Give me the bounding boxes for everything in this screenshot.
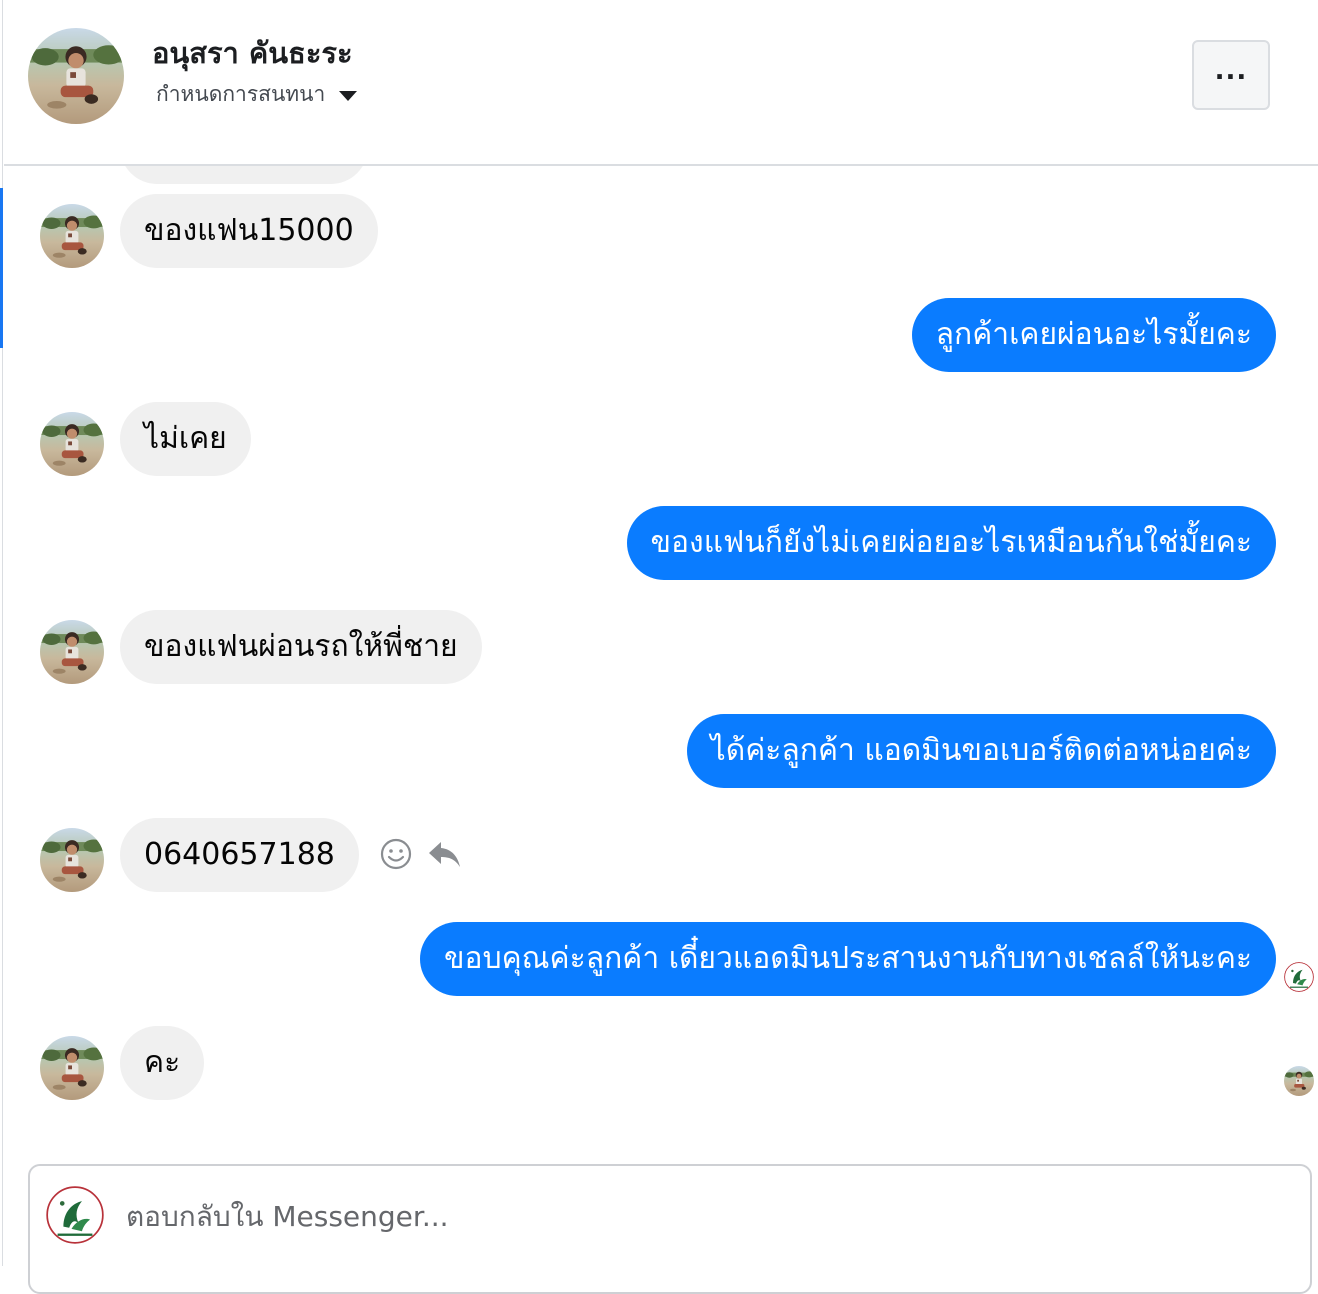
sender-avatar[interactable] bbox=[40, 828, 104, 892]
outgoing-message[interactable]: ของแฟนก็ยังไม่เคยผ่อยอะไรเหมือนกันใช่มั้… bbox=[626, 506, 1276, 580]
assign-conversation-dropdown[interactable]: กำหนดการสนทนา bbox=[156, 78, 358, 111]
contact-read-receipt-avatar bbox=[1284, 1066, 1314, 1096]
message-bubble-partial bbox=[120, 166, 368, 184]
page-logo-icon bbox=[46, 1186, 104, 1244]
reply-arrow-icon[interactable] bbox=[426, 836, 462, 872]
sender-avatar[interactable] bbox=[40, 412, 104, 476]
caret-down-icon bbox=[339, 91, 358, 101]
incoming-message[interactable]: ของแฟนผ่อนรถให้พี่ชาย bbox=[120, 610, 482, 684]
page-logo-read-receipt bbox=[1284, 962, 1314, 992]
incoming-message[interactable]: 0640657188 bbox=[120, 818, 359, 892]
assign-label: กำหนดการสนทนา bbox=[156, 82, 326, 106]
outgoing-message[interactable]: ลูกค้าเคยผ่อนอะไรมั้ยคะ bbox=[911, 298, 1276, 372]
reply-composer bbox=[28, 1164, 1312, 1294]
sender-avatar[interactable] bbox=[40, 620, 104, 684]
outgoing-message[interactable]: ได้ค่ะลูกค้า แอดมินขอเบอร์ติดต่อหน่อยค่ะ bbox=[686, 714, 1276, 788]
more-options-button[interactable]: ... bbox=[1192, 40, 1270, 110]
message-thread[interactable]: ของแฟน15000 ลูกค้าเคยผ่อนอะไรมั้ยคะ ไม่เ… bbox=[0, 166, 1318, 1156]
smiley-react-icon[interactable] bbox=[378, 836, 414, 872]
sender-avatar[interactable] bbox=[40, 204, 104, 268]
incoming-message[interactable]: ไม่เคย bbox=[120, 402, 251, 476]
sender-avatar[interactable] bbox=[40, 1036, 104, 1100]
incoming-message[interactable]: คะ bbox=[120, 1026, 205, 1100]
incoming-message[interactable]: ของแฟน15000 bbox=[120, 194, 378, 268]
contact-name[interactable]: อนุสรา คันธะระ bbox=[152, 30, 353, 76]
outgoing-message[interactable]: ขอบคุณค่ะลูกค้า เดี๋ยวแอดมินประสานงานกับ… bbox=[420, 922, 1276, 996]
contact-avatar[interactable] bbox=[28, 28, 124, 124]
conversation-header: อนุสรา คันธะระ กำหนดการสนทนา ... bbox=[4, 0, 1318, 166]
more-options-label: ... bbox=[1214, 56, 1248, 86]
reply-input[interactable] bbox=[126, 1192, 1226, 1240]
